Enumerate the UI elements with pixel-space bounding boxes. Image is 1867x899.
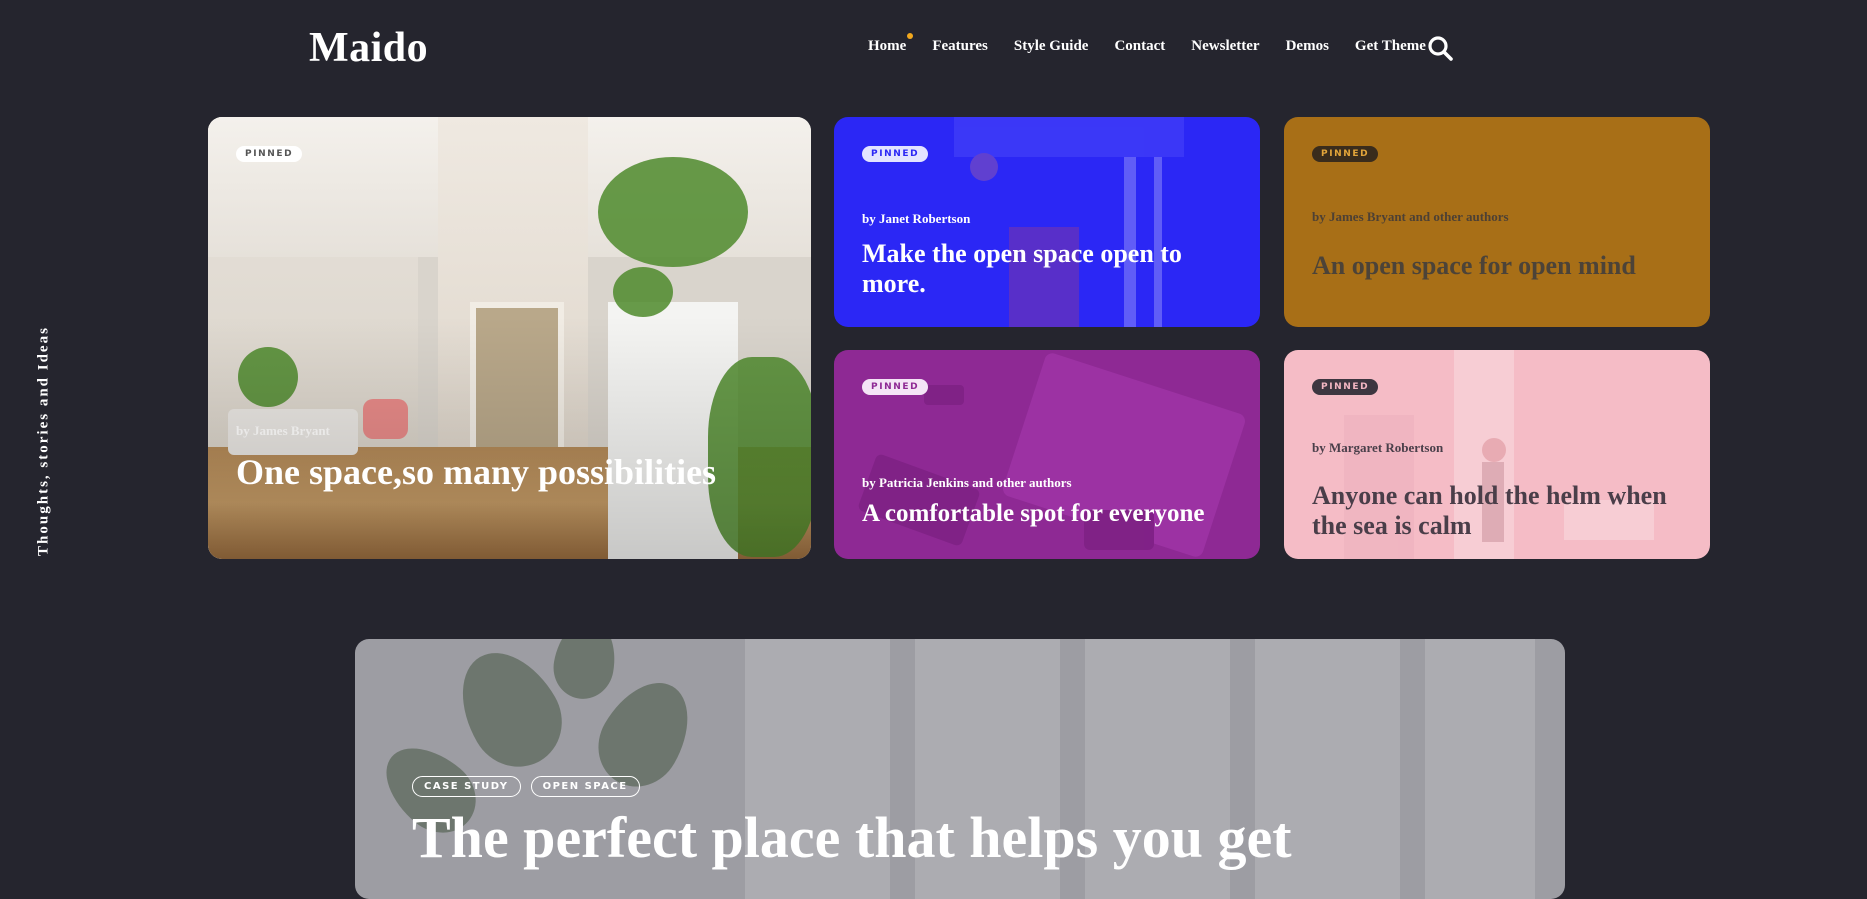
photo-leaf [548,639,622,704]
pinned-badge: PINNED [236,146,303,162]
card-author[interactable]: by Margaret Robertson [1312,440,1443,456]
hero-title[interactable]: The perfect place that helps you get [412,804,1292,871]
pinned-badge: PINNED [862,146,929,162]
card-title[interactable]: A comfortable spot for everyone [862,500,1238,529]
nav-contact[interactable]: Contact [1114,38,1165,55]
search-icon[interactable] [1426,34,1454,62]
nav-demos[interactable]: Demos [1286,38,1329,55]
nav-style-guide[interactable]: Style Guide [1014,38,1089,55]
nav-newsletter[interactable]: Newsletter [1191,38,1259,55]
pinned-badge: PINNED [1312,146,1379,162]
pinned-badge: PINNED [1312,379,1379,395]
photo-blind [1425,639,1535,899]
featured-card-2[interactable]: PINNED by Janet Robertson Make the open … [834,117,1260,327]
card-author[interactable]: by James Bryant [236,423,330,439]
card-title[interactable]: Make the open space open to more. [862,239,1238,299]
card-author[interactable]: by Janet Robertson [862,211,970,227]
nav-home[interactable]: Home [868,33,914,55]
nav-features[interactable]: Features [932,38,988,55]
main-nav: Home Features Style Guide Contact Newsle… [868,33,1452,55]
card-title[interactable]: One space,so many possibilities [236,452,789,493]
hero-tags: CASE STUDY OPEN SPACE [412,776,640,797]
tag-open-space[interactable]: OPEN SPACE [530,776,640,797]
hero-post[interactable]: CASE STUDY OPEN SPACE The perfect place … [355,639,1565,899]
card-author[interactable]: by James Bryant and other authors [1312,209,1509,225]
site-logo[interactable]: Maido [309,24,428,72]
card-title[interactable]: Anyone can hold the helm when the sea is… [1312,481,1688,541]
side-tagline: Thoughts, stories and Ideas [35,326,52,556]
tag-case-study[interactable]: CASE STUDY [412,776,521,797]
card-title[interactable]: An open space for open mind [1312,251,1688,281]
nav-get-theme[interactable]: Get Theme [1355,38,1426,55]
featured-card-3[interactable]: PINNED by James Bryant and other authors… [1284,117,1710,327]
featured-card-4[interactable]: PINNED by Patricia Jenkins and other aut… [834,350,1260,559]
featured-card-5[interactable]: PINNED by Margaret Robertson Anyone can … [1284,350,1710,559]
pinned-badge: PINNED [862,379,929,395]
card-author[interactable]: by Patricia Jenkins and other authors [862,475,1072,491]
featured-card-1[interactable]: PINNED by James Bryant One space,so many… [208,117,811,559]
